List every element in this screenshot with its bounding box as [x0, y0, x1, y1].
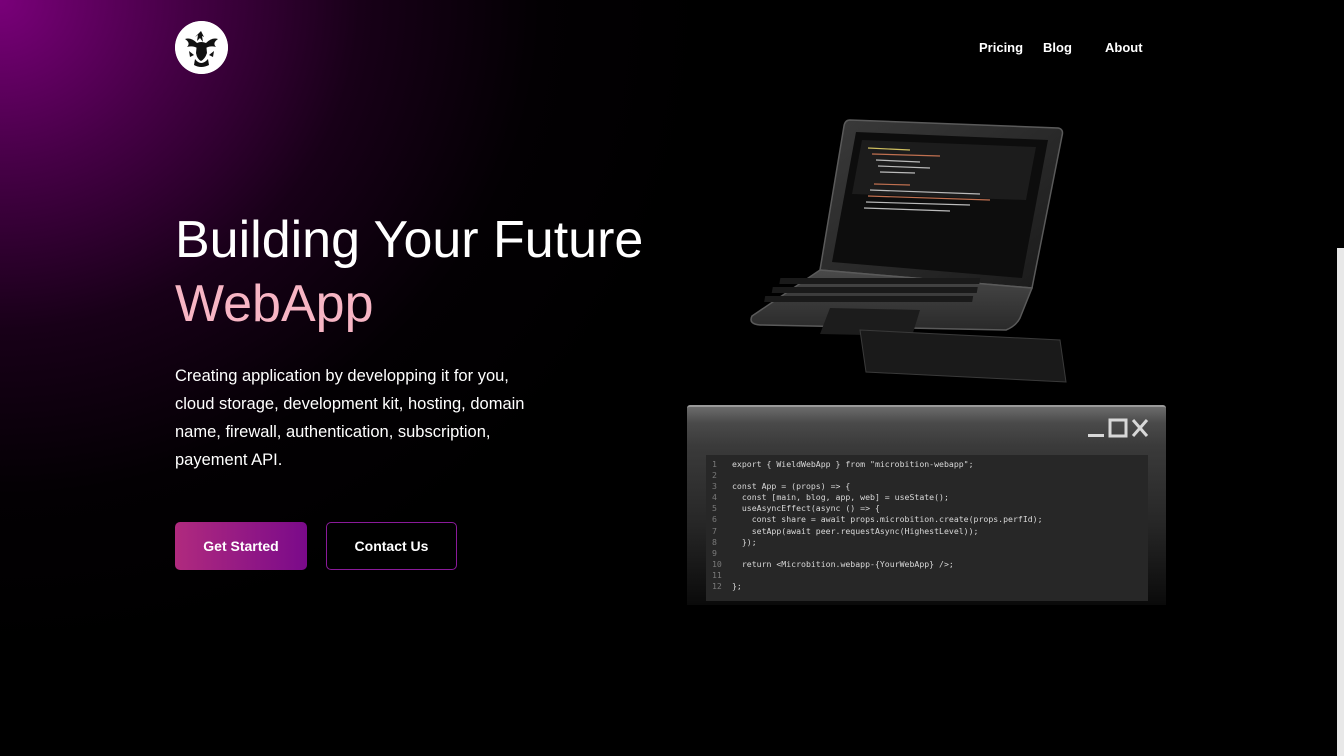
laptop-illustration — [740, 110, 1080, 400]
code-line: 8 }); — [712, 537, 1148, 548]
code-line: 12}; — [712, 581, 1148, 592]
line-number: 12 — [712, 581, 722, 592]
line-number: 5 — [712, 503, 717, 514]
code-line: 2 — [712, 470, 1148, 481]
line-number: 6 — [712, 514, 717, 525]
nav-link-pricing[interactable]: Pricing — [979, 40, 1023, 56]
minimize-icon[interactable] — [1086, 417, 1106, 439]
line-number: 4 — [712, 492, 717, 503]
code-line: 7 setApp(await peer.requestAsync(Highest… — [712, 526, 1148, 537]
code-line: 9 — [712, 548, 1148, 559]
contact-us-button[interactable]: Contact Us — [326, 522, 457, 570]
code-line: 10 return <Microbition.webapp-{YourWebAp… — [712, 559, 1148, 570]
line-number: 8 — [712, 536, 717, 547]
close-icon[interactable] — [1130, 417, 1150, 439]
code-panel: 1 export { WieldWebApp } from "microbitio… — [706, 455, 1148, 601]
code-line: 5 useAsyncEffect(async () => { — [712, 503, 1148, 514]
code-text: }; — [732, 581, 742, 592]
code-text: const [main, blog, app, web] = useState(… — [732, 492, 949, 503]
line-number: 9 — [712, 547, 717, 558]
code-editor-window: 1 export { WieldWebApp } from "microbitio… — [687, 405, 1166, 605]
code-line: 4 const [main, blog, app, web] = useStat… — [712, 492, 1148, 503]
code-line: 11 — [712, 570, 1148, 581]
hero-title-line1: Building Your Future — [175, 211, 644, 269]
code-text: return <Microbition.webapp-{YourWebApp} … — [732, 558, 954, 569]
line-number: 2 — [712, 470, 717, 481]
code-text: export { WieldWebApp } from "microbition… — [732, 459, 974, 469]
line-number: 11 — [712, 569, 722, 580]
nav-link-blog[interactable]: Blog — [1043, 40, 1072, 56]
code-text: const App = (props) => { — [732, 481, 851, 492]
maximize-icon[interactable] — [1108, 417, 1128, 439]
hero-headline: Building Your Future WebApp — [175, 208, 643, 336]
hero-description: Creating application by developping it f… — [175, 367, 525, 469]
page-scrollbar[interactable] — [1337, 248, 1344, 756]
line-number: 3 — [712, 481, 717, 492]
window-controls — [1086, 415, 1150, 439]
line-number: 1 — [712, 459, 717, 469]
code-text: const share = await props.microbition.cr… — [732, 514, 1043, 525]
code-text: setApp(await peer.requestAsync(HighestLe… — [732, 525, 979, 536]
nav-link-about[interactable]: About — [1105, 40, 1143, 56]
get-started-button[interactable]: Get Started — [175, 522, 307, 570]
code-line: 1 export { WieldWebApp } from "microbitio… — [712, 459, 1148, 470]
line-number: 7 — [712, 525, 717, 536]
line-number: 10 — [712, 558, 722, 569]
code-text: }); — [732, 536, 757, 547]
code-text: useAsyncEffect(async () => { — [732, 503, 880, 514]
hero-title-line2: WebApp — [175, 275, 374, 333]
top-navigation: Pricing Blog About — [0, 40, 1344, 56]
code-line: 6 const share = await props.microbition.… — [712, 514, 1148, 525]
code-line: 3 const App = (props) => { — [712, 481, 1148, 492]
